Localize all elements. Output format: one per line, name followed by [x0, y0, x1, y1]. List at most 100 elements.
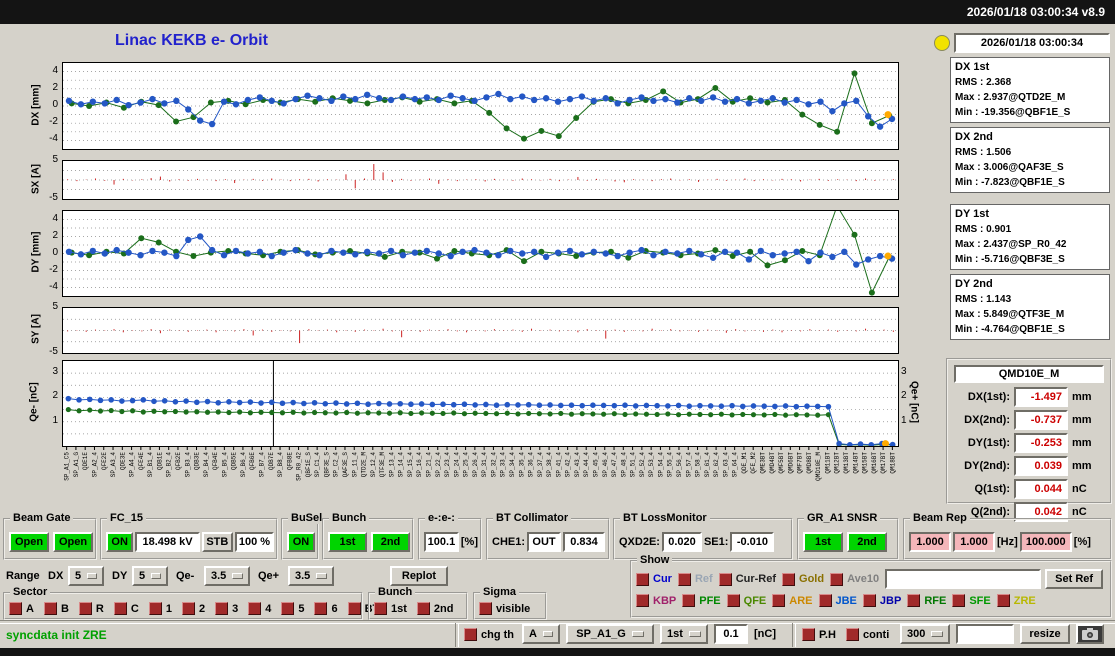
svg-text:SP_44_4: SP_44_4: [583, 452, 590, 478]
svg-text:QTF3E_M: QTF3E_M: [379, 452, 386, 478]
check-item-gold: Gold: [782, 572, 824, 586]
stats-min: Min : -19.356@QBF1E_S: [955, 107, 1071, 118]
checkbox[interactable]: [718, 572, 732, 586]
svg-text:SP_55_4: SP_55_4: [667, 452, 674, 478]
conti-checkbox[interactable]: [846, 628, 859, 641]
svg-text:SP_11_4: SP_11_4: [351, 452, 358, 478]
y-tick-label: 2: [52, 229, 58, 241]
checkbox[interactable]: [682, 594, 696, 607]
ph-checkbox[interactable]: [802, 628, 815, 641]
show-row-2: KBP PFE QFE ARE JBE JBP RFE SFE ZRE: [636, 594, 1108, 607]
bpm-dropdown[interactable]: SP_A1_G: [566, 624, 654, 644]
checkbox[interactable]: [862, 594, 876, 607]
checkbox[interactable]: [181, 602, 195, 615]
checkbox[interactable]: [314, 602, 328, 615]
stats-rms: RMS : 2.368: [955, 77, 1012, 88]
checkbox[interactable]: [9, 602, 22, 615]
svg-text:SP_B5_4: SP_B5_4: [221, 452, 228, 478]
y-tick-label: 5: [52, 301, 58, 312]
checkbox[interactable]: [636, 572, 649, 586]
checkbox[interactable]: [830, 572, 844, 586]
monitor-unit: mm: [1072, 391, 1092, 403]
range-qep-dropdown[interactable]: 3.5: [288, 566, 334, 586]
check-item-ref: Ref: [677, 572, 713, 586]
checkbox[interactable]: [281, 602, 295, 615]
checkbox[interactable]: [416, 602, 430, 615]
svg-text:SP_23_4: SP_23_4: [444, 452, 451, 478]
group-label: Show: [637, 554, 673, 566]
check-label: 2nd: [433, 602, 454, 615]
range-dx-dropdown[interactable]: 5: [68, 566, 104, 586]
checkbox[interactable]: [78, 602, 92, 615]
svg-text:QDE1E: QDE1E: [82, 452, 89, 470]
checkbox[interactable]: [248, 602, 262, 615]
beam-gate-open-2-button[interactable]: Open: [53, 531, 93, 552]
monitor-value: 0.039: [1014, 456, 1068, 476]
svg-text:QBF3E_S: QBF3E_S: [323, 452, 330, 478]
y-tick-label: -2: [49, 263, 58, 275]
checkbox[interactable]: [43, 602, 57, 615]
checkbox[interactable]: [347, 602, 361, 615]
bunch-group: Bunch 1st 2nd: [322, 512, 414, 560]
bottom-strip: [0, 648, 1115, 656]
checkbox[interactable]: [952, 594, 966, 607]
monitor-row: DY(1st): -0.253 mm: [952, 433, 1108, 453]
checkbox[interactable]: [113, 602, 127, 615]
check-label: Ref: [694, 573, 713, 585]
monitor-value: -1.497: [1014, 387, 1068, 407]
checkbox[interactable]: [374, 602, 387, 615]
monitor-value: -0.253: [1014, 433, 1068, 453]
bunch-2nd-button[interactable]: 2nd: [371, 531, 410, 552]
bunch-1st-button[interactable]: 1st: [328, 531, 367, 552]
group-label: Bunch: [375, 586, 416, 598]
replot-button[interactable]: Replot: [390, 566, 448, 586]
beam-gate-open-1-button[interactable]: Open: [9, 531, 49, 552]
screenshot-button[interactable]: [1076, 624, 1104, 644]
resize-button[interactable]: resize: [1020, 624, 1070, 644]
bunch-dropdown[interactable]: 1st: [660, 624, 708, 644]
interval-dropdown[interactable]: 300: [900, 624, 950, 644]
checkbox[interactable]: [636, 594, 649, 607]
checkbox[interactable]: [148, 602, 162, 615]
svg-text:SP_C1_4: SP_C1_4: [314, 452, 321, 478]
chg-th-checkbox[interactable]: [464, 628, 477, 641]
app-window: 2026/01/18 03:00:34 v8.9 Linac KEKB e- O…: [0, 0, 1115, 656]
group-label: FC_15: [107, 512, 147, 524]
svg-text:SP_25_4: SP_25_4: [463, 452, 470, 478]
stats-min: Min : -7.823@QBF1E_S: [955, 177, 1065, 188]
check-label: JBE: [835, 594, 857, 607]
checkbox[interactable]: [726, 594, 740, 607]
status-message: syncdata init ZRE: [6, 628, 107, 642]
ref-name-input[interactable]: [885, 569, 1042, 589]
monitor-label: DX(2nd):: [964, 414, 1010, 426]
svg-text:SP_B6_4: SP_B6_4: [240, 452, 247, 478]
range-dy-dropdown[interactable]: 5: [132, 566, 168, 586]
svg-text:SP_14_4: SP_14_4: [398, 452, 405, 478]
beam-rep-pct-unit: [%]: [1073, 535, 1091, 548]
checkbox[interactable]: [782, 572, 796, 586]
gr-a1-2nd-button[interactable]: 2nd: [847, 531, 887, 552]
se1-label: SE1:: [703, 535, 729, 548]
checkbox[interactable]: [677, 572, 691, 586]
range-qem-dropdown[interactable]: 3.5: [204, 566, 250, 586]
busel-on-button[interactable]: ON: [287, 531, 315, 552]
svg-text:SP_B7_4: SP_B7_4: [258, 452, 265, 478]
gr-a1-1st-button[interactable]: 1st: [803, 531, 843, 552]
check-item-c: C: [113, 602, 139, 615]
svg-text:SP_57_4: SP_57_4: [685, 452, 692, 478]
sector-dropdown[interactable]: A: [522, 624, 560, 644]
y-tick-label: 4: [52, 212, 58, 224]
svg-text:QMF7BT: QMF7BT: [797, 452, 804, 474]
checkbox[interactable]: [996, 594, 1010, 607]
set-ref-button[interactable]: Set Ref: [1045, 569, 1104, 589]
chg-th-label: chg th: [481, 628, 514, 641]
checkbox[interactable]: [479, 602, 492, 615]
checkbox[interactable]: [772, 594, 786, 607]
checkbox[interactable]: [818, 594, 832, 607]
checkbox[interactable]: [215, 602, 229, 615]
svg-text:SP_42_4: SP_42_4: [565, 452, 572, 478]
interval-entry[interactable]: [956, 624, 1014, 644]
checkbox[interactable]: [907, 594, 921, 607]
fc15-on-button[interactable]: ON: [106, 531, 134, 552]
fc15-stb-button[interactable]: STB: [201, 531, 233, 552]
